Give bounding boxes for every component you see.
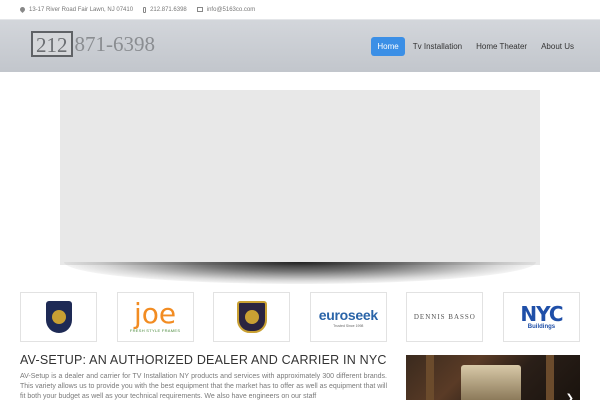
logo-number: 871-6398	[74, 31, 156, 56]
chevron-right-icon[interactable]: ❯	[566, 393, 574, 400]
nyc-logo-text: NYC	[520, 301, 563, 326]
euroseek-logo-text: euroseek	[318, 306, 378, 323]
theater-stage	[461, 365, 521, 400]
nav-item-about-us[interactable]: About Us	[535, 37, 580, 56]
section-body: AV-Setup is a dealer and carrier for TV …	[20, 373, 387, 400]
partner-logo-dennis-basso[interactable]: DENNIS BASSO	[406, 292, 484, 342]
joe-logo-text: joe	[134, 296, 177, 330]
email-link[interactable]: info@5163co.com	[207, 7, 255, 13]
address-info: 13-17 River Road Fair Lawn, NJ 07410	[18, 5, 134, 14]
site-logo[interactable]: 212 871-6398	[31, 30, 155, 58]
phone-text[interactable]: 212.871.6398	[150, 7, 187, 13]
dennis-basso-logo-text: DENNIS BASSO	[413, 313, 476, 321]
partner-logo-joe[interactable]: joe FRESH STYLE FRAMES	[116, 292, 194, 342]
partner-logo-police[interactable]	[20, 292, 97, 342]
nav-item-home-theater[interactable]: Home Theater	[470, 37, 533, 56]
video-thumbnail[interactable]: ❯	[406, 355, 580, 400]
envelope-icon	[196, 7, 203, 12]
partner-logo-nyc-buildings[interactable]: NYC Buildings	[502, 292, 580, 342]
hero-slider[interactable]	[60, 90, 540, 265]
phone-info: 212.871.6398	[143, 6, 187, 13]
phone-icon	[143, 6, 147, 13]
partner-logo-county[interactable]	[213, 292, 291, 342]
nav-item-home[interactable]: Home	[371, 37, 405, 56]
slider-shadow	[64, 262, 536, 284]
email-info: info@5163co.com	[196, 7, 255, 13]
section-title: AV-SETUP: AN AUTHORIZED DEALER AND CARRI…	[20, 353, 387, 367]
partner-logos: joe FRESH STYLE FRAMES euroseek Trusted …	[20, 292, 580, 342]
address-text: 13-17 River Road Fair Lawn, NJ 07410	[29, 6, 134, 13]
top-info-bar: 13-17 River Road Fair Lawn, NJ 07410 212…	[0, 0, 600, 19]
county-shield-icon	[236, 301, 267, 333]
logo-area-code: 212	[31, 31, 73, 57]
theater-column	[426, 355, 434, 400]
partner-logo-euroseek[interactable]: euroseek Trusted Since 1998	[309, 292, 387, 342]
police-shield-icon	[45, 301, 72, 333]
joe-logo-sub: FRESH STYLE FRAMES	[129, 327, 181, 333]
site-header: 212 871-6398 Home Tv Installation Home T…	[0, 19, 600, 72]
main-nav: Home Tv Installation Home Theater About …	[369, 37, 580, 56]
location-pin-icon	[18, 5, 27, 14]
nyc-logo-sub: Buildings	[527, 323, 556, 330]
theater-column	[546, 355, 554, 400]
euroseek-tagline: Trusted Since 1998	[333, 323, 364, 328]
nav-item-tv-installation[interactable]: Tv Installation	[407, 37, 468, 56]
